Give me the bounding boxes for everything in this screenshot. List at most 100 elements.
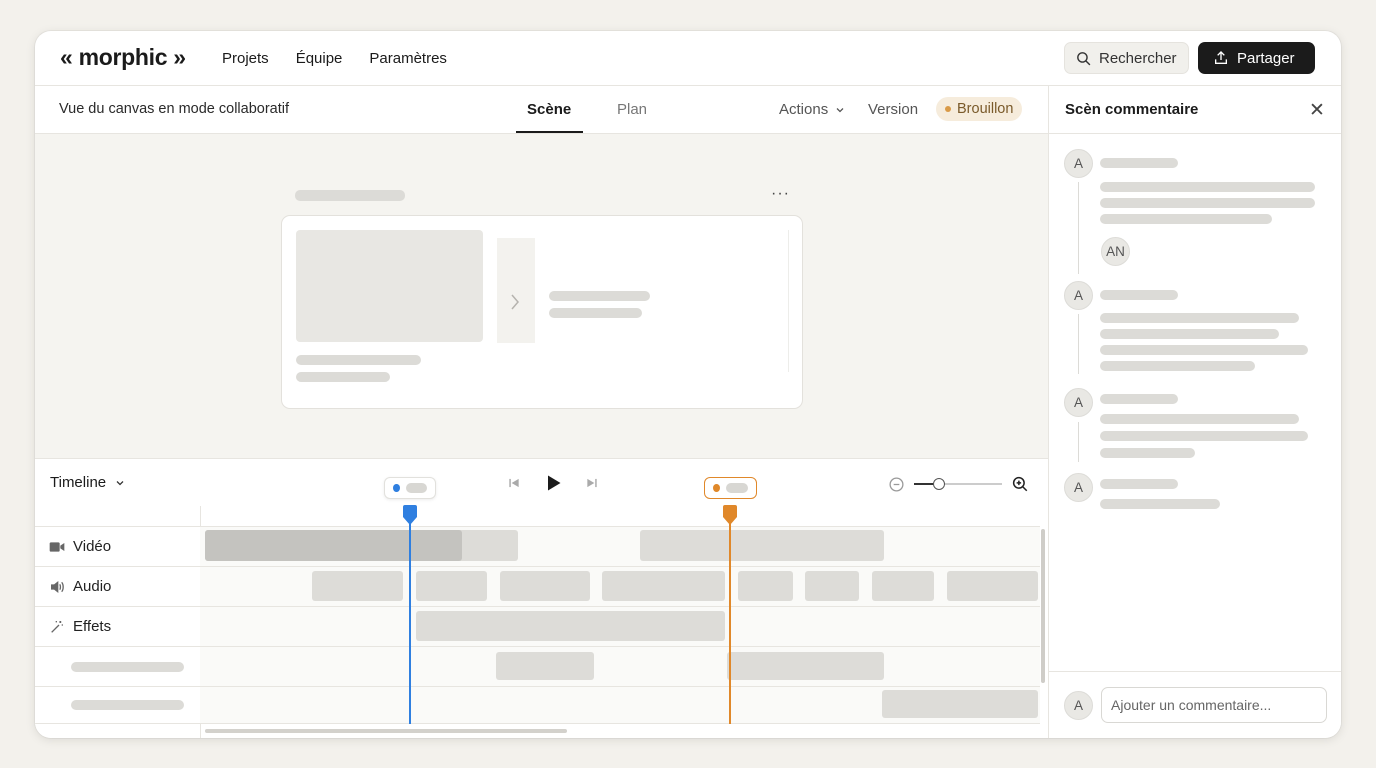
version-button[interactable]: Version — [868, 101, 918, 118]
track-lane[interactable] — [200, 646, 1040, 686]
thread-line — [1078, 314, 1079, 374]
thread-line — [1078, 422, 1079, 462]
track-placeholder[interactable] — [35, 646, 200, 686]
track-video[interactable]: Vidéo — [35, 526, 200, 566]
track-placeholder[interactable] — [35, 686, 200, 724]
timeline-clip[interactable] — [738, 571, 793, 601]
skip-back-icon[interactable] — [507, 476, 521, 490]
timeline-clip[interactable] — [602, 571, 725, 601]
timeline-clip[interactable] — [947, 571, 1038, 601]
timeline-clip[interactable] — [882, 690, 1038, 718]
app-window: « morphic » Projets Équipe Paramètres Re… — [35, 31, 1341, 738]
status-badge: Brouillon — [936, 97, 1023, 121]
timeline-clip[interactable] — [496, 652, 594, 680]
video-camera-icon — [49, 541, 65, 552]
more-options-icon[interactable]: ··· — [771, 185, 790, 203]
collaborator-dot — [713, 484, 720, 492]
collaborator-cursor-orange[interactable] — [704, 477, 757, 499]
placeholder-text — [1100, 345, 1308, 355]
timeline-clip[interactable] — [727, 652, 884, 680]
search-button[interactable]: Rechercher — [1064, 42, 1189, 74]
speaker-icon — [51, 580, 64, 593]
placeholder-text — [1100, 158, 1178, 168]
logo[interactable]: « morphic » — [60, 44, 186, 71]
zoom-out-icon[interactable] — [888, 476, 905, 493]
track-effets[interactable]: Effets — [35, 606, 200, 646]
share-button[interactable]: Partager — [1198, 42, 1315, 74]
playhead-line-orange — [729, 516, 731, 724]
chevron-down-icon — [116, 480, 124, 485]
zoom-slider[interactable] — [914, 478, 1002, 490]
playhead-handle-orange[interactable] — [723, 505, 737, 525]
avatar[interactable]: A — [1064, 281, 1093, 310]
zoom-slider-knob[interactable] — [932, 478, 945, 490]
nav-item-projets[interactable]: Projets — [222, 50, 269, 67]
canvas-title: Vue du canvas en mode collaboratif — [59, 101, 289, 117]
timeline-clip[interactable] — [312, 571, 403, 601]
canvas-area[interactable]: ··· — [35, 134, 1048, 458]
timeline-clip[interactable] — [500, 571, 590, 601]
track-label: Vidéo — [73, 538, 112, 555]
play-icon[interactable] — [543, 473, 563, 493]
placeholder-text — [1100, 499, 1220, 509]
zoom-in-icon[interactable] — [1011, 475, 1029, 493]
timeline-clip[interactable] — [872, 571, 934, 601]
timeline-clip[interactable] — [805, 571, 859, 601]
chevron-right-icon — [511, 294, 519, 310]
sub-bar: Vue du canvas en mode collaboratif Scène… — [35, 86, 1048, 134]
status-dot — [945, 106, 951, 112]
chevron-down-icon — [836, 107, 844, 112]
track-audio[interactable]: Audio — [35, 566, 200, 606]
avatar[interactable]: A — [1064, 149, 1093, 178]
timeline-panel: Timeline Vidéo Audio Effets — [35, 458, 1048, 738]
card-expand-toggle[interactable] — [497, 238, 535, 343]
placeholder-text — [296, 355, 421, 365]
collaborator-cursor-blue[interactable] — [384, 477, 436, 499]
timeline-dropdown[interactable]: Timeline — [50, 474, 126, 491]
avatar[interactable]: AN — [1101, 237, 1130, 266]
search-icon — [1077, 51, 1091, 65]
close-icon[interactable]: ✕ — [1309, 99, 1325, 122]
zoom-control — [888, 475, 1029, 493]
search-button-label: Rechercher — [1099, 49, 1177, 67]
placeholder-text — [1100, 414, 1299, 424]
thumbnail-placeholder — [296, 230, 483, 342]
placeholder-text — [1100, 329, 1279, 339]
track-label: Effets — [73, 618, 112, 635]
tab-scene[interactable]: Scène — [527, 101, 571, 118]
active-tab-underline — [516, 131, 583, 133]
placeholder-text — [549, 308, 642, 318]
placeholder-text — [1100, 431, 1308, 441]
placeholder-text — [1100, 198, 1315, 208]
timeline-label: Timeline — [50, 474, 107, 491]
timeline-clip[interactable] — [640, 530, 884, 561]
playhead-line-blue — [409, 516, 411, 724]
horizontal-scrollbar[interactable] — [205, 729, 567, 733]
skip-forward-icon[interactable] — [585, 476, 599, 490]
comment-composer: A — [1049, 671, 1341, 738]
placeholder-text — [1100, 290, 1178, 300]
vertical-scrollbar[interactable] — [1041, 529, 1045, 683]
placeholder-text — [725, 483, 748, 493]
nav-item-parametres[interactable]: Paramètres — [369, 50, 447, 67]
placeholder-text — [1100, 394, 1178, 404]
avatar[interactable]: A — [1064, 388, 1093, 417]
comment-input[interactable] — [1101, 687, 1327, 723]
avatar[interactable]: A — [1064, 473, 1093, 502]
thread-line — [1078, 182, 1079, 274]
timeline-clip[interactable] — [416, 611, 725, 641]
top-bar: « morphic » Projets Équipe Paramètres Re… — [35, 31, 1341, 86]
timeline-clip[interactable] — [416, 571, 487, 601]
playhead-handle-blue[interactable] — [403, 505, 417, 525]
nav-item-equipe[interactable]: Équipe — [296, 50, 343, 67]
playback-controls — [507, 473, 599, 493]
timeline-clip-selected[interactable] — [205, 530, 462, 561]
placeholder-text — [296, 372, 390, 382]
share-icon — [1215, 51, 1227, 64]
actions-dropdown[interactable]: Actions — [779, 101, 846, 118]
tab-plan[interactable]: Plan — [617, 101, 647, 118]
comment-panel-header: Scèn commentaire ✕ — [1049, 86, 1341, 134]
comment-panel: Scèn commentaire ✕ A AN A A A A — [1048, 86, 1341, 738]
scene-card[interactable] — [281, 215, 803, 409]
placeholder-text — [1100, 214, 1272, 224]
